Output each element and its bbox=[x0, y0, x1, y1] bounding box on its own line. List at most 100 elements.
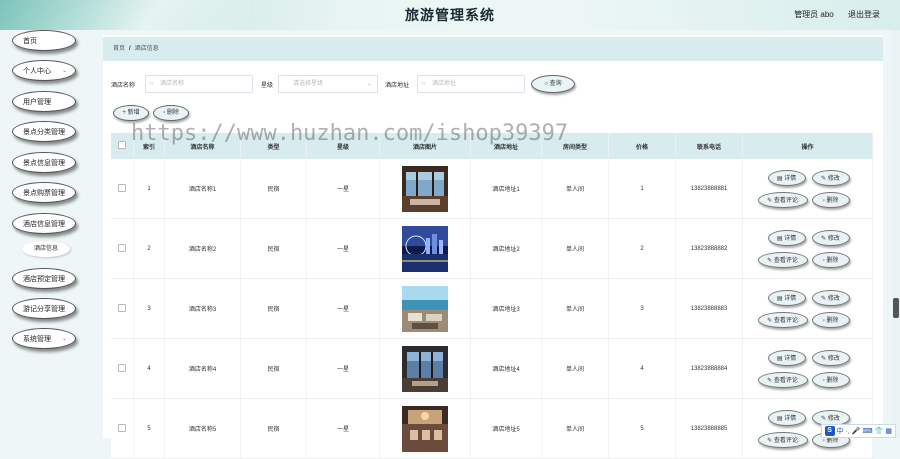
hotel-name-input[interactable]: ○ 酒店名称 bbox=[145, 75, 253, 93]
delete-button[interactable]: ▫ 删除 bbox=[811, 251, 850, 268]
detail-button[interactable]: ▤ 详情 bbox=[767, 289, 806, 306]
cell-star-level: 一星 bbox=[306, 218, 380, 279]
microphone-icon[interactable]: 🎤 bbox=[852, 427, 861, 435]
sidebar-item-0[interactable]: 首页 bbox=[12, 30, 76, 51]
pencil-icon: ✎ bbox=[821, 235, 828, 242]
star-level-select[interactable]: 请选择星级 ⌄ bbox=[278, 75, 378, 93]
cell-hotel-name: 酒店名称3 bbox=[164, 278, 241, 339]
sidebar-item-8[interactable]: 游记分享管理 bbox=[12, 298, 76, 319]
edit-button[interactable]: ✎ 修改 bbox=[811, 229, 850, 246]
query-button[interactable]: ○ 查询 bbox=[531, 75, 575, 93]
cell-operations: ▤ 详情 ✎ 修改 ✎ 查看评论 ▫ 删除 bbox=[742, 159, 873, 219]
scrollbar-thumb[interactable] bbox=[893, 298, 899, 318]
pencil-icon: ✎ bbox=[821, 295, 828, 302]
hotel-photo[interactable] bbox=[402, 285, 448, 332]
row-checkbox[interactable] bbox=[118, 363, 126, 372]
cell-phone: 13823888882 bbox=[675, 218, 743, 279]
view-reviews-button[interactable]: ✎ 查看评论 bbox=[757, 311, 808, 328]
sidebar-item-9[interactable]: 系统管理 ⌄ bbox=[12, 328, 76, 349]
row-checkbox[interactable] bbox=[118, 303, 126, 312]
hotel-photo[interactable] bbox=[402, 225, 448, 272]
cell-type: 民宿 bbox=[240, 159, 307, 219]
sidebar-item-6[interactable]: 酒店信息管理 bbox=[12, 213, 76, 234]
sidebar-item-4[interactable]: 景点信息管理 bbox=[12, 152, 76, 173]
detail-button[interactable]: ▤ 详情 bbox=[767, 229, 806, 246]
keyboard-icon[interactable]: ⌨ bbox=[863, 427, 873, 435]
ime-chinese-mode[interactable]: 中 bbox=[837, 426, 844, 436]
view-reviews-button[interactable]: ✎ 查看评论 bbox=[757, 191, 808, 208]
sidebar-item-label: 用户管理 bbox=[23, 99, 51, 106]
ime-punctuation[interactable]: ·, bbox=[846, 428, 850, 435]
cell-index: 2 bbox=[133, 218, 165, 279]
pencil-icon: ✎ bbox=[767, 377, 774, 384]
sidebar-subitem-hotel-info[interactable]: 酒店信息 bbox=[22, 241, 70, 257]
detail-button[interactable]: ▤ 详情 bbox=[767, 349, 806, 366]
breadcrumb: 首页 / 酒店信息 bbox=[103, 37, 883, 61]
cell-room-type: 单人间 bbox=[541, 159, 609, 219]
edit-button[interactable]: ✎ 修改 bbox=[811, 349, 850, 366]
select-all-checkbox[interactable] bbox=[118, 141, 126, 149]
cell-price: 4 bbox=[608, 338, 676, 399]
view-reviews-button[interactable]: ✎ 查看评论 bbox=[757, 431, 808, 448]
cell-hotel-address: 酒店地址3 bbox=[470, 278, 542, 339]
cell-phone: 13823888885 bbox=[675, 398, 743, 459]
sidebar-item-label: 首页 bbox=[23, 38, 37, 45]
cell-star-level: 一星 bbox=[306, 278, 380, 339]
skin-icon[interactable]: 👕 bbox=[875, 427, 884, 435]
logout-link[interactable]: 退出登录 bbox=[848, 10, 880, 19]
sidebar-item-label: 景点分类管理 bbox=[23, 129, 65, 136]
view-reviews-button[interactable]: ✎ 查看评论 bbox=[757, 371, 808, 388]
delete-button[interactable]: ▫ 删除 bbox=[811, 311, 850, 328]
cell-room-type: 单人间 bbox=[541, 338, 609, 399]
cell-operations: ▤ 详情 ✎ 修改 ✎ 查看评论 ▫ 删除 bbox=[742, 278, 873, 339]
pencil-icon: ✎ bbox=[767, 437, 774, 444]
page-scrollbar[interactable] bbox=[892, 30, 900, 438]
hotel-photo[interactable] bbox=[402, 345, 448, 392]
hotel-photo[interactable] bbox=[402, 165, 448, 212]
sidebar-item-label: 酒店信息管理 bbox=[23, 221, 65, 228]
sidebar-item-5[interactable]: 景点购票管理 bbox=[12, 182, 76, 203]
view-reviews-button[interactable]: ✎ 查看评论 bbox=[757, 251, 808, 268]
col-hotel-image: 酒店图片 bbox=[379, 133, 471, 159]
edit-button[interactable]: ✎ 修改 bbox=[811, 289, 850, 306]
table-header-row: 索引 酒店名称 类型 星级 酒店图片 酒店地址 房间类型 价格 联系电话 操作 bbox=[111, 133, 873, 159]
cell-type: 民宿 bbox=[240, 218, 307, 279]
cell-hotel-address: 酒店地址5 bbox=[470, 398, 542, 459]
row-checkbox[interactable] bbox=[118, 183, 126, 192]
table-row: 3 酒店名称3 民宿 一星 酒店地址3 单人间 3 13823888883 ▤ 详情 ✎ 修改 ✎ … bbox=[111, 278, 873, 339]
sidebar-item-7[interactable]: 酒店预定管理 bbox=[12, 268, 76, 289]
row-operations: ▤ 详情 ✎ 修改 ✎ 查看评论 ▫ 删除 bbox=[757, 166, 858, 212]
detail-button[interactable]: ▤ 详情 bbox=[767, 409, 806, 426]
row-operations: ▤ 详情 ✎ 修改 ✎ 查看评论 ▫ 删除 bbox=[757, 346, 858, 392]
sidebar-item-2[interactable]: 用户管理 bbox=[12, 91, 76, 112]
table-row: 2 酒店名称2 民宿 一星 酒店地址2 单人间 2 13823888882 ▤ 详情 ✎ 修改 ✎ … bbox=[111, 218, 873, 279]
pencil-icon: ✎ bbox=[767, 197, 774, 204]
sidebar-item-3[interactable]: 景点分类管理 bbox=[12, 121, 76, 142]
cell-hotel-address: 酒店地址1 bbox=[470, 159, 542, 219]
cell-hotel-address: 酒店地址4 bbox=[470, 338, 542, 399]
row-checkbox[interactable] bbox=[118, 423, 126, 432]
add-button[interactable]: + 新增 bbox=[113, 105, 149, 121]
col-price: 价格 bbox=[608, 133, 676, 159]
col-hotel-name: 酒店名称 bbox=[164, 133, 241, 159]
row-checkbox[interactable] bbox=[118, 243, 126, 252]
cell-index: 5 bbox=[133, 398, 165, 459]
sidebar-item-label: 景点购票管理 bbox=[23, 190, 65, 197]
pencil-icon: ✎ bbox=[821, 175, 828, 182]
grid-menu-icon[interactable]: ▦ bbox=[885, 427, 892, 435]
hotel-photo[interactable] bbox=[402, 405, 448, 452]
edit-button[interactable]: ✎ 修改 bbox=[811, 169, 850, 186]
ime-logo-icon[interactable]: S bbox=[824, 426, 835, 436]
cell-price: 3 bbox=[608, 278, 676, 339]
col-hotel-address: 酒店地址 bbox=[470, 133, 542, 159]
cell-phone: 13823888881 bbox=[675, 159, 743, 219]
breadcrumb-home[interactable]: 首页 bbox=[113, 46, 125, 52]
detail-button[interactable]: ▤ 详情 bbox=[767, 169, 806, 186]
delete-button[interactable]: ▫ 删除 bbox=[811, 371, 850, 388]
sidebar-item-1[interactable]: 个人中心 ⌄ bbox=[12, 60, 76, 81]
delete-button[interactable]: ▫ 删除 bbox=[811, 191, 850, 208]
batch-delete-button[interactable]: ▫ 删除 bbox=[153, 105, 189, 121]
cell-hotel-image bbox=[379, 338, 471, 399]
hotel-address-input[interactable]: ○ 酒店地址 bbox=[417, 75, 525, 93]
cell-star-level: 一星 bbox=[306, 338, 380, 399]
